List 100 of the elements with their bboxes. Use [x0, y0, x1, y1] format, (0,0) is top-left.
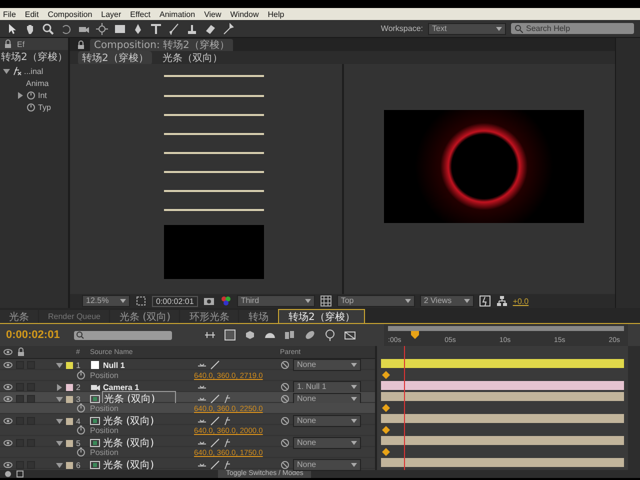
breadcrumb[interactable]: 光条（双向） [158, 50, 226, 64]
layer-row[interactable]: 3 光条 (双向) None [0, 392, 375, 403]
twirl-arrow-icon[interactable] [56, 440, 63, 446]
effect-switch-icon [223, 416, 233, 426]
parent-dropdown[interactable]: None [293, 359, 361, 371]
breadcrumb[interactable]: 转场2（穿梭） [78, 50, 152, 64]
hand-tool-icon[interactable] [24, 22, 36, 34]
switch-box[interactable] [16, 461, 24, 469]
label-color-swatch[interactable] [66, 396, 73, 402]
pan-behind-tool-icon[interactable] [96, 22, 108, 34]
effect-tree-item[interactable]: Typ [38, 102, 51, 112]
menu-item[interactable]: Effect [130, 10, 150, 18]
grid-icon[interactable] [320, 295, 332, 307]
timeline-tab[interactable]: Render Queue [39, 310, 110, 323]
composition-mini-flowchart-icon[interactable] [204, 329, 216, 341]
layer-name[interactable]: 光条 (双向) [103, 458, 154, 472]
layer-name[interactable]: 光条 (双向) [103, 414, 154, 428]
exposure-value[interactable]: +0.0 [512, 296, 529, 306]
brush-tool-icon[interactable] [168, 22, 180, 34]
puppet-pin-tool-icon[interactable] [222, 22, 234, 34]
menu-item[interactable]: Edit [24, 10, 39, 18]
twirl-arrow-icon[interactable] [56, 384, 63, 390]
region-of-interest-icon[interactable] [135, 295, 147, 307]
draft-3d-icon[interactable] [224, 329, 236, 341]
timeline-tab[interactable]: 光条 [0, 310, 38, 323]
timeline-tab[interactable]: 环形光条 [180, 310, 238, 323]
timeline-tab[interactable]: 转场 [239, 310, 278, 323]
search-field[interactable]: Search Help [511, 23, 634, 34]
motion-blur-icon[interactable] [304, 329, 316, 341]
frame-blending-icon[interactable] [284, 329, 296, 341]
parent-dropdown[interactable]: 1. Null 1 [293, 381, 361, 393]
cube-icon[interactable] [244, 329, 256, 341]
panel-tab[interactable]: Ef [17, 40, 25, 48]
parent-dropdown[interactable]: None [293, 459, 361, 471]
menu-item[interactable]: Composition [48, 10, 92, 18]
menu-item[interactable]: Animation [159, 10, 196, 18]
twirl-arrow-icon[interactable] [3, 68, 10, 74]
twirl-arrow-icon[interactable] [56, 462, 63, 468]
brainstorm-icon[interactable] [344, 329, 356, 341]
menu-item[interactable]: Help [268, 10, 284, 18]
timecode-field[interactable]: 0:00:02:01 [152, 296, 198, 306]
layer-name[interactable]: 光条 (双向) [103, 436, 154, 450]
layer-row[interactable]: 5 光条 (双向) None [0, 436, 375, 447]
twirl-arrow-icon[interactable] [56, 362, 63, 368]
current-time[interactable]: 0:00:02:01 [0, 329, 64, 341]
workspace-label: Workspace: [380, 24, 423, 33]
menu-item[interactable]: Layer [101, 10, 122, 18]
switch-box[interactable] [16, 383, 24, 391]
switch-box[interactable] [27, 395, 35, 403]
menu-item[interactable]: Window [230, 10, 259, 18]
eye-icon [3, 460, 13, 470]
view-layout-dropdown[interactable]: 2 Views [420, 295, 474, 307]
twirl-arrow-icon[interactable] [56, 418, 63, 424]
expand-icon[interactable] [16, 470, 24, 478]
layer-name[interactable]: 光条 (双向) [103, 392, 175, 406]
effect-tree-item[interactable]: Int [38, 90, 47, 100]
rotate-tool-icon[interactable] [60, 22, 72, 34]
label-color-swatch[interactable] [66, 418, 73, 424]
pen-tool-icon[interactable] [132, 22, 144, 34]
twirl-arrow-icon[interactable] [17, 92, 24, 98]
view-dropdown[interactable]: Top [336, 295, 415, 307]
search-field[interactable] [74, 330, 172, 340]
menu-item[interactable]: File [3, 10, 16, 18]
workspace-dropdown[interactable]: Text [428, 22, 506, 34]
timeline-tab[interactable]: 转场2（穿梭） [278, 309, 365, 323]
parent-dropdown[interactable]: None [293, 415, 361, 427]
rectangle-tool-icon[interactable] [114, 22, 126, 34]
label-color-swatch[interactable] [66, 362, 73, 368]
label-color-swatch[interactable] [66, 384, 73, 390]
layer-row[interactable]: 1 Null 1 None [0, 359, 375, 370]
timeline-tab[interactable]: 光条 (双向) [110, 310, 180, 323]
layer-row[interactable]: 4 光条 (双向) None [0, 414, 375, 425]
graph-editor-icon[interactable] [324, 329, 336, 341]
dropdown-arrow-icon [120, 299, 126, 303]
snapshot-icon[interactable] [202, 295, 215, 307]
effect-tree-item[interactable]: ...inal [24, 66, 44, 76]
effect-switch-icon [223, 460, 233, 470]
switch-box[interactable] [16, 395, 24, 403]
effect-tree-item[interactable]: Anima [26, 78, 49, 88]
color-channels-icon[interactable] [220, 295, 232, 307]
eraser-tool-icon[interactable] [204, 22, 216, 34]
render-icon[interactable] [4, 470, 12, 478]
flowchart-icon[interactable] [496, 295, 508, 307]
layer-number: 2 [76, 382, 82, 392]
zoom-dropdown[interactable]: 12.5% [82, 295, 130, 307]
layer-name[interactable]: Camera 1 [103, 382, 140, 392]
camera-view-dropdown[interactable]: Third [236, 295, 315, 307]
selection-tool-icon[interactable] [6, 22, 18, 34]
clone-stamp-tool-icon[interactable] [186, 22, 198, 34]
text-tool-icon[interactable] [150, 22, 162, 34]
menu-item[interactable]: View [204, 10, 222, 18]
fast-previews-icon[interactable] [478, 295, 491, 307]
composition-tab[interactable]: Composition: 转场2（穿梭） [90, 38, 234, 50]
label-color-swatch[interactable] [66, 440, 73, 446]
switch-box[interactable] [27, 383, 35, 391]
layer-name[interactable]: Null 1 [103, 360, 125, 370]
label-color-swatch[interactable] [66, 462, 73, 468]
zoom-tool-icon[interactable] [42, 22, 54, 34]
twirl-arrow-icon[interactable] [56, 396, 63, 402]
parent-dropdown[interactable]: None [293, 437, 361, 449]
